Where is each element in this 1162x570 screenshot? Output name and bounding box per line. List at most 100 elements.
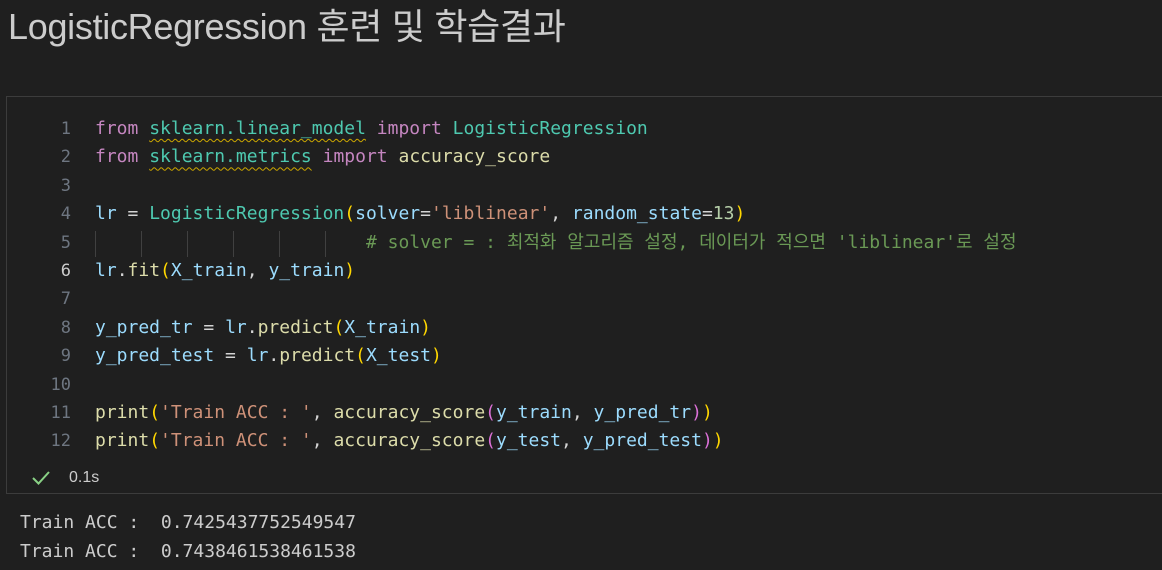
code-token: sklearn.metrics (149, 146, 312, 168)
code-text[interactable]: from sklearn.metrics import accuracy_sco… (95, 143, 550, 171)
line-number: 5 (60, 232, 71, 253)
line-number: 10 (50, 374, 71, 395)
code-text[interactable]: print('Train ACC : ', accuracy_score(y_t… (95, 399, 713, 427)
code-token: = (701, 203, 713, 225)
code-token: lr (95, 203, 117, 225)
code-token: LogisticRegression (452, 118, 648, 139)
line-number: 3 (60, 175, 71, 196)
line-number: 9 (60, 346, 71, 367)
code-token: accuracy_score (333, 402, 486, 423)
code-token: y_pred_tr (593, 402, 692, 423)
code-token: = (214, 345, 247, 367)
code-token: ) (691, 402, 702, 423)
code-text[interactable]: from sklearn.linear_model import Logisti… (95, 115, 648, 143)
code-token: X_train (170, 260, 247, 281)
code-text[interactable]: y_pred_tr = lr.predict(X_train) (95, 314, 431, 342)
code-token: = (192, 316, 226, 338)
line-number: 1 (60, 119, 71, 139)
code-text[interactable]: print('Train ACC : ', accuracy_score(y_t… (95, 427, 724, 455)
line-number: 2 (60, 147, 71, 168)
code-token: fit (127, 260, 161, 281)
code-editor[interactable]: 1 from sklearn.linear_model import Logist… (7, 97, 1162, 457)
code-token: . (268, 345, 280, 367)
code-token: y_train (268, 260, 345, 281)
code-token: ) (701, 430, 713, 452)
code-token: . (246, 316, 258, 338)
code-token: ( (485, 402, 496, 423)
code-text[interactable]: y_pred_test = lr.predict(X_test) (95, 342, 442, 370)
code-token: y_pred_test (582, 430, 702, 452)
code-token: = (420, 203, 431, 225)
cell-execution-status: 0.1s (7, 463, 307, 493)
line-number: 4 (60, 204, 71, 225)
code-token: y_pred_test (95, 345, 215, 367)
code-token: # solver = : 최적화 알고리즘 설정, 데이터가 적으면 'libl… (365, 231, 1017, 253)
line-number: 11 (50, 403, 71, 423)
line-number: 7 (60, 289, 71, 310)
code-token: ) (344, 260, 356, 281)
code-token: y_pred_tr (95, 316, 193, 338)
markdown-title: LogisticRegression 훈련 및 학습결과 (8, 6, 566, 47)
cell-output: Train ACC : 0.7425437752549547 Train ACC … (20, 508, 356, 566)
code-token: predict (279, 345, 356, 367)
code-token: 'liblinear' (431, 203, 551, 225)
output-line: Train ACC : 0.7425437752549547 (20, 512, 356, 533)
code-token: , (550, 203, 572, 225)
code-token: , (246, 260, 269, 281)
code-token: from (95, 146, 139, 168)
code-token: lr (246, 345, 269, 367)
line-number: 8 (60, 317, 71, 338)
code-token: 13 (712, 203, 735, 225)
code-token: 'Train ACC : ' (160, 430, 312, 452)
code-token: ) (431, 345, 442, 367)
line-number: 6 (60, 261, 71, 281)
code-token: ( (485, 430, 496, 452)
code-token: ( (149, 430, 161, 452)
code-token: LogisticRegression (149, 203, 345, 225)
code-token: predict (257, 316, 334, 338)
code-token: lr (95, 260, 117, 281)
code-token: random_state (571, 203, 702, 225)
code-token: sklearn.linear_model (149, 118, 366, 139)
code-token: y_test (496, 430, 562, 452)
code-token: , (571, 402, 594, 423)
code-token: , (311, 430, 334, 452)
line-number: 12 (50, 431, 71, 452)
code-token: = (116, 203, 150, 225)
code-token: y_train (496, 402, 572, 423)
execution-time: 0.1s (69, 469, 100, 486)
code-token: ( (149, 402, 161, 423)
code-token: ) (712, 430, 724, 452)
code-token: print (95, 402, 150, 423)
code-token: X_train (344, 316, 421, 338)
code-token: X_test (365, 345, 431, 367)
code-token: import (376, 118, 442, 139)
code-token: accuracy_score (333, 430, 486, 452)
code-token: solver (355, 203, 421, 225)
code-token: , (561, 430, 583, 452)
code-token: , (311, 402, 334, 423)
code-token: from (95, 118, 139, 139)
code-token: ( (160, 260, 171, 281)
code-token: ) (701, 402, 713, 423)
output-line: Train ACC : 0.7438461538461538 (20, 541, 356, 562)
code-token: ) (734, 203, 746, 225)
code-text[interactable]: lr.fit(X_train, y_train) (95, 257, 355, 285)
code-token: accuracy_score (398, 146, 551, 168)
code-token: 'Train ACC : ' (160, 402, 312, 423)
code-cell[interactable]: 1 from sklearn.linear_model import Logist… (6, 96, 1162, 494)
code-token: ( (344, 203, 356, 225)
code-token: print (95, 430, 150, 452)
code-text[interactable]: # solver = : 최적화 알고리즘 설정, 데이터가 적으면 'libl… (95, 229, 1017, 257)
code-token: ) (420, 316, 431, 338)
code-token: . (116, 260, 128, 281)
code-token: ( (355, 345, 366, 367)
code-text[interactable]: lr = LogisticRegression(solver='liblinea… (95, 200, 745, 228)
